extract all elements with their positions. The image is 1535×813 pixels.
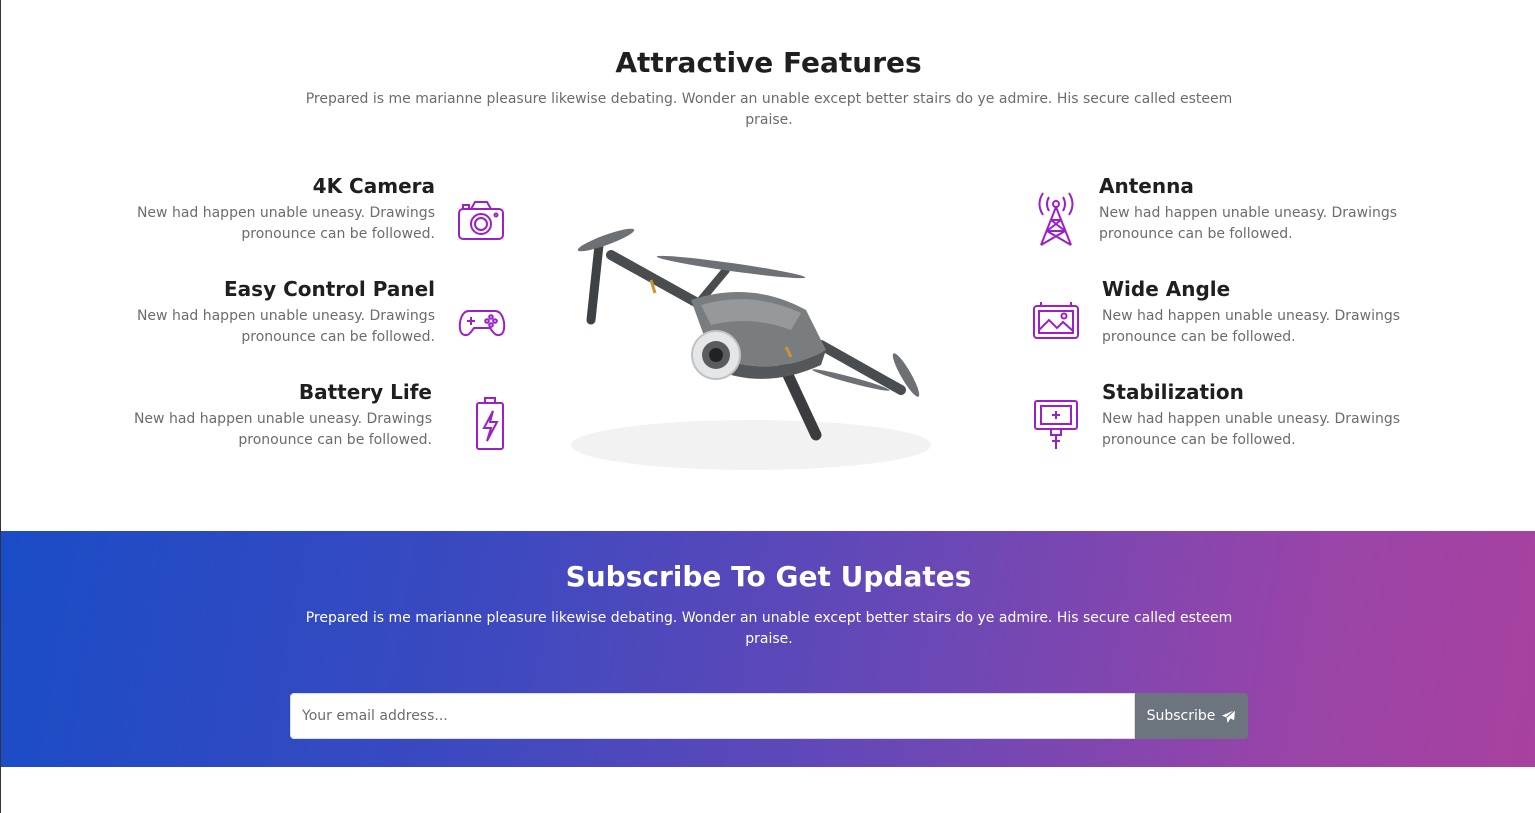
wide-angle-icon bbox=[1031, 296, 1081, 350]
drone-image bbox=[551, 215, 951, 480]
features-title: Attractive Features bbox=[615, 46, 922, 79]
feature-text: New had happen unable uneasy. Drawings p… bbox=[133, 411, 432, 448]
subscribe-form: Subscribe bbox=[290, 693, 1248, 739]
feature-battery-life: Battery Life New had happen unable uneas… bbox=[92, 379, 432, 451]
subscribe-button-label: Subscribe bbox=[1146, 708, 1216, 724]
feature-4k-camera: 4K Camera New had happen unable uneasy. … bbox=[95, 173, 435, 245]
feature-text: New had happen unable uneasy. Drawings p… bbox=[1099, 205, 1398, 242]
camera-icon bbox=[456, 193, 506, 247]
subscribe-section: Subscribe To Get Updates Prepared is me … bbox=[1, 531, 1535, 767]
subscribe-title: Subscribe To Get Updates bbox=[565, 560, 972, 593]
feature-wide-angle: Wide Angle New had happen unable uneasy.… bbox=[1102, 276, 1442, 348]
subscribe-button[interactable]: Subscribe bbox=[1135, 693, 1248, 739]
feature-easy-control-panel: Easy Control Panel New had happen unable… bbox=[95, 276, 435, 348]
feature-stabilization: Stabilization New had happen unable unea… bbox=[1102, 379, 1442, 451]
features-section: Attractive Features Prepared is me maria… bbox=[1, 0, 1535, 531]
feature-title: Wide Angle bbox=[1102, 277, 1231, 301]
features-intro: Prepared is me marianne pleasure likewis… bbox=[305, 91, 1233, 128]
battery-icon bbox=[465, 397, 515, 451]
paper-plane-icon bbox=[1222, 709, 1236, 723]
feature-title: Battery Life bbox=[298, 380, 432, 404]
antenna-icon bbox=[1031, 192, 1081, 246]
feature-title: Antenna bbox=[1099, 174, 1194, 198]
feature-title: Stabilization bbox=[1102, 380, 1244, 404]
feature-text: New had happen unable uneasy. Drawings p… bbox=[1102, 411, 1401, 448]
feature-title: 4K Camera bbox=[312, 174, 435, 198]
feature-title: Easy Control Panel bbox=[224, 277, 435, 301]
feature-text: New had happen unable uneasy. Drawings p… bbox=[136, 308, 435, 345]
gamepad-icon bbox=[457, 295, 507, 349]
feature-text: New had happen unable uneasy. Drawings p… bbox=[1102, 308, 1401, 345]
feature-antenna: Antenna New had happen unable uneasy. Dr… bbox=[1099, 173, 1439, 245]
feature-text: New had happen unable uneasy. Drawings p… bbox=[136, 205, 435, 242]
stabilizer-icon bbox=[1031, 397, 1081, 451]
subscribe-intro: Prepared is me marianne pleasure likewis… bbox=[305, 610, 1233, 647]
email-input[interactable] bbox=[290, 693, 1135, 739]
